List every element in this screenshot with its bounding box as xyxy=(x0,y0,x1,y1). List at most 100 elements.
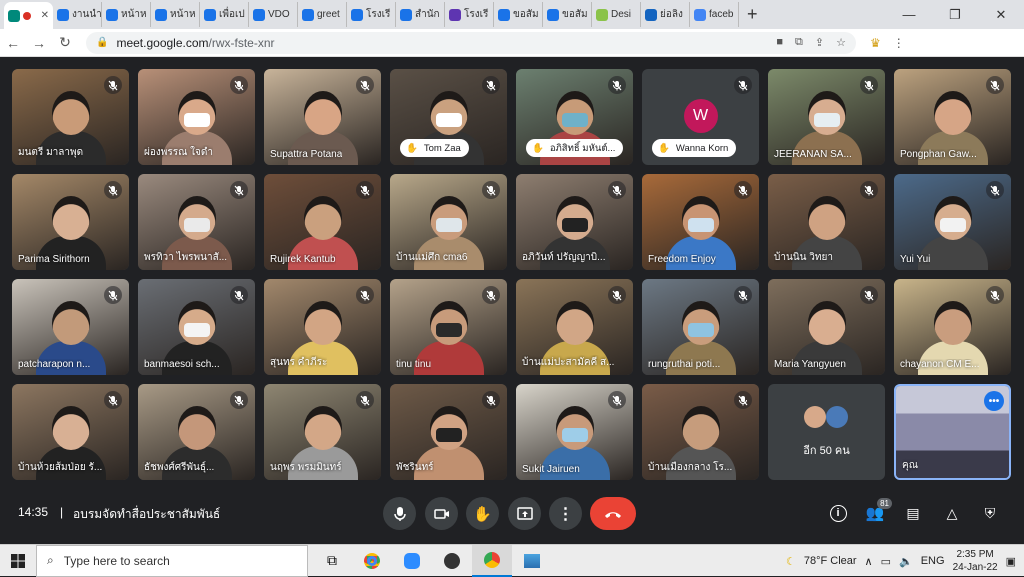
obs-taskbar-icon[interactable] xyxy=(432,545,472,577)
participant-tile[interactable]: Sukit Jairuen xyxy=(516,384,633,480)
browser-tab[interactable]: ขอสัม xyxy=(494,2,543,27)
participant-tile[interactable]: ✋ Tom Zaa xyxy=(390,69,507,165)
camera-in-use-icon[interactable]: ■ xyxy=(776,36,783,49)
participant-name: สุนทร คำภีระ xyxy=(270,357,328,368)
participant-tile[interactable]: สุนทร คำภีระ xyxy=(264,279,381,375)
participant-tile[interactable]: ✋ อภิสิทธิ์ มหันต์... xyxy=(516,69,633,165)
forward-icon[interactable]: → xyxy=(26,35,52,51)
mic-off-icon xyxy=(608,181,626,199)
browser-tab[interactable]: ✕ xyxy=(4,2,53,29)
task-view-icon[interactable]: ⧉ xyxy=(312,545,352,577)
notifications-icon[interactable]: ▣ xyxy=(1006,555,1016,568)
zoom-taskbar-icon[interactable] xyxy=(392,545,432,577)
close-tab-icon[interactable]: ✕ xyxy=(41,10,49,21)
camera-button[interactable] xyxy=(425,497,458,530)
tab-label: ขอสัม xyxy=(562,9,588,20)
reload-icon[interactable]: ↻ xyxy=(52,34,78,51)
participant-tile[interactable]: บ้านนิน วิทยา xyxy=(768,174,885,270)
browser-tab[interactable]: โรงเรี xyxy=(445,2,494,27)
browser-tab[interactable]: เพื่อเป xyxy=(200,2,249,27)
menu-kebab-icon[interactable]: ⋮ xyxy=(893,36,905,50)
browser-tab[interactable]: ย่อลิง xyxy=(641,2,690,27)
network-icon[interactable]: ▭ xyxy=(881,555,891,568)
participant-tile[interactable]: Supattra Potana xyxy=(264,69,381,165)
participant-tile[interactable]: บ้านห้วยส้มป่อย รั... xyxy=(12,384,129,480)
browser-tab[interactable]: สำนัก xyxy=(396,2,445,27)
browser-tab[interactable]: VDO xyxy=(249,2,298,27)
share-icon[interactable]: ⇪ xyxy=(815,36,824,49)
browser-tab[interactable]: หน้าห xyxy=(102,2,151,27)
taskbar-search-box[interactable]: ⌕ Type here to search xyxy=(36,544,308,577)
participant-tile[interactable]: chayanon CM E... xyxy=(894,279,1011,375)
more-participants-tile[interactable]: อีก 50 คน xyxy=(768,384,885,480)
participant-tile[interactable]: พรทิวา ไพรพนาสั... xyxy=(138,174,255,270)
person-head xyxy=(555,301,594,345)
participant-tile[interactable]: นฤพร พรมมินทร์ xyxy=(264,384,381,480)
participant-tile[interactable]: W ✋ Wanna Korn xyxy=(642,69,759,165)
host-controls-button[interactable]: ⛨ xyxy=(977,500,1003,526)
participant-tile[interactable]: ธัชพงศ์ศรีพันธุ์... xyxy=(138,384,255,480)
participant-tile[interactable]: Maria Yangyuen xyxy=(768,279,885,375)
browser-tab[interactable]: โรงเรี xyxy=(347,2,396,27)
taskbar-clock[interactable]: 2:35 PM 24-Jan-22 xyxy=(953,548,998,574)
participant-tile[interactable]: JEERANAN SA... xyxy=(768,69,885,165)
participant-tile[interactable]: Freedom Enjoy xyxy=(642,174,759,270)
start-button[interactable] xyxy=(0,545,36,577)
browser-tab[interactable]: หน้าห xyxy=(151,2,200,27)
chrome-active-taskbar-icon[interactable] xyxy=(472,544,512,577)
extension-icon[interactable]: ♛ xyxy=(870,36,881,50)
participant-tile[interactable]: ผ่องพรรณ ใจดำ xyxy=(138,69,255,165)
language-indicator[interactable]: ENG xyxy=(921,555,945,567)
chrome-taskbar-icon[interactable] xyxy=(352,545,392,577)
participant-tile[interactable]: มนตรี มาลาพุด xyxy=(12,69,129,165)
google-sites-icon xyxy=(498,8,510,21)
participant-tile[interactable]: patcharapon n... xyxy=(12,279,129,375)
browser-tab[interactable]: ขอสัม xyxy=(543,2,592,27)
bookmark-star-icon[interactable]: ☆ xyxy=(836,36,846,49)
more-options-button[interactable]: ⋮ xyxy=(549,497,582,530)
leave-call-button[interactable] xyxy=(590,497,636,530)
participant-tile[interactable]: Yui Yui xyxy=(894,174,1011,270)
participant-tile[interactable]: บ้านแม่ปะสามัคคี ส... xyxy=(516,279,633,375)
mic-off-icon xyxy=(230,286,248,304)
microphone-button[interactable] xyxy=(383,497,416,530)
meeting-details-button[interactable]: i xyxy=(825,500,851,526)
open-in-new-icon[interactable]: ⧉ xyxy=(795,36,803,49)
participant-name: Tom Zaa xyxy=(423,142,461,154)
browser-tab[interactable]: faceb xyxy=(690,2,739,27)
close-window-button[interactable]: ✕ xyxy=(978,0,1024,29)
participant-tile[interactable]: tinu tinu xyxy=(390,279,507,375)
tray-chevron-icon[interactable]: ∧ xyxy=(865,555,873,568)
browser-tab[interactable]: งานนำ xyxy=(53,2,102,27)
participant-tile[interactable]: พัชรินทร์ xyxy=(390,384,507,480)
hand-icon: ✋ xyxy=(406,142,418,154)
participant-tile[interactable]: บ้านแม่ศึก cma6 xyxy=(390,174,507,270)
mic-off-icon xyxy=(986,181,1004,199)
maximize-button[interactable]: ❐ xyxy=(932,0,978,29)
new-tab-button[interactable]: + xyxy=(739,4,766,25)
participant-tile[interactable]: อภิวันท์ ปรัญญาบิ... xyxy=(516,174,633,270)
participant-tile[interactable]: Parima Sirithorn xyxy=(12,174,129,270)
present-screen-button[interactable] xyxy=(508,497,541,530)
self-options-button[interactable]: ••• xyxy=(984,391,1004,411)
participant-tile[interactable]: rungruthai poti... xyxy=(642,279,759,375)
chat-button[interactable]: ▤ xyxy=(900,500,926,526)
minimize-button[interactable]: — xyxy=(886,0,932,29)
volume-icon[interactable]: 🔈 xyxy=(899,555,913,568)
participant-tile[interactable]: บ้านเมืองกลาง โร... xyxy=(642,384,759,480)
omnibox[interactable]: 🔒 meet.google.com/rwx-fste-xnr ■ ⧉ ⇪ ☆ xyxy=(86,31,856,54)
participant-name: บ้านแม่ปะสามัคคี ส... xyxy=(522,357,615,368)
weather-text[interactable]: 78°F Clear xyxy=(804,555,857,567)
person-head xyxy=(807,301,846,345)
browser-tab[interactable]: greet xyxy=(298,2,347,27)
raise-hand-button[interactable]: ✋ xyxy=(466,497,499,530)
activities-button[interactable]: △ xyxy=(939,500,965,526)
browser-tab[interactable]: Desi xyxy=(592,2,641,27)
self-view-tile[interactable]: ••• คุณ xyxy=(894,384,1011,480)
photos-taskbar-icon[interactable] xyxy=(512,545,552,577)
back-icon[interactable]: ← xyxy=(0,35,26,51)
participant-tile[interactable]: Rujirek Kantub xyxy=(264,174,381,270)
participants-button[interactable]: 👥 81 xyxy=(862,498,892,526)
participant-tile[interactable]: Pongphan Gaw... xyxy=(894,69,1011,165)
participant-tile[interactable]: banmaesoi sch... xyxy=(138,279,255,375)
